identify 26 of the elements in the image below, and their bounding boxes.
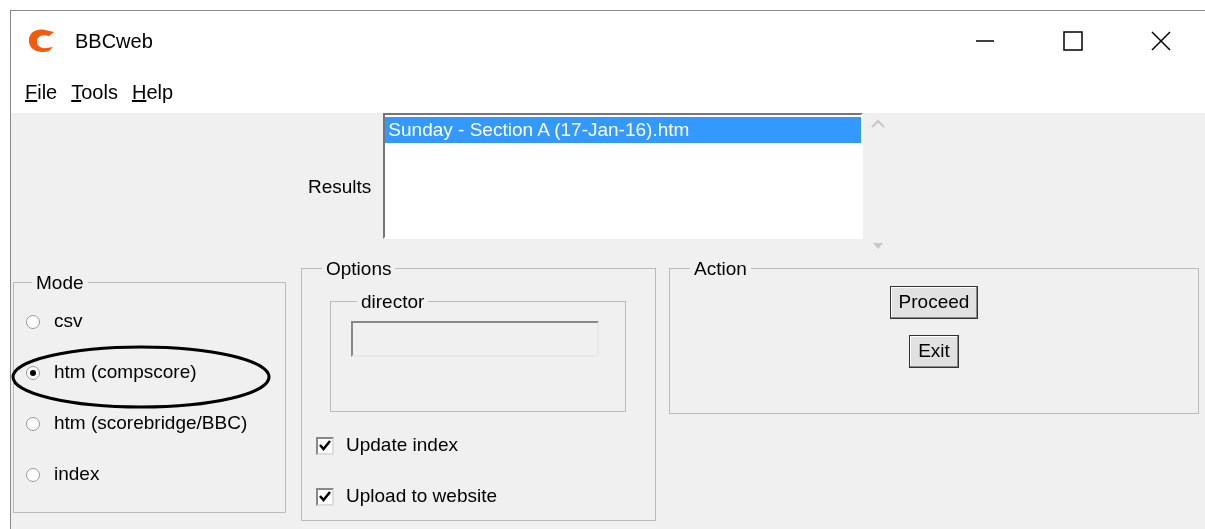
menu-item[interactable]: Tools	[69, 77, 126, 107]
group-title: Options	[325, 259, 393, 278]
radio-label: index	[54, 462, 100, 487]
group-title: director	[360, 292, 426, 311]
radio-label: htm (compscore)	[54, 360, 197, 385]
group-title: Action	[693, 259, 748, 278]
maximize-icon	[1062, 30, 1084, 52]
checkbox-label: Upload to website	[346, 484, 498, 509]
radio-button[interactable]	[26, 416, 40, 431]
radio-button[interactable]	[26, 467, 40, 482]
radio-button[interactable]	[26, 365, 40, 380]
close-icon	[1150, 30, 1172, 52]
menu-item[interactable]: Help	[129, 77, 182, 107]
minimize-icon	[975, 40, 995, 42]
window-title: BBCweb	[75, 29, 153, 54]
checkbox[interactable]	[316, 487, 334, 506]
radio-label: csv	[54, 309, 83, 334]
exit-button[interactable]: Exit	[909, 334, 959, 368]
checkbox-label: Update index	[346, 433, 458, 458]
radio-label: htm (scorebridge/BBC)	[54, 411, 248, 436]
results-label: Results	[308, 174, 372, 199]
checkbox[interactable]	[316, 436, 334, 455]
group-title: Mode	[35, 273, 85, 292]
radio-button[interactable]	[26, 314, 40, 329]
menu-item[interactable]: File	[23, 77, 66, 107]
proceed-button[interactable]: Proceed	[889, 286, 979, 319]
